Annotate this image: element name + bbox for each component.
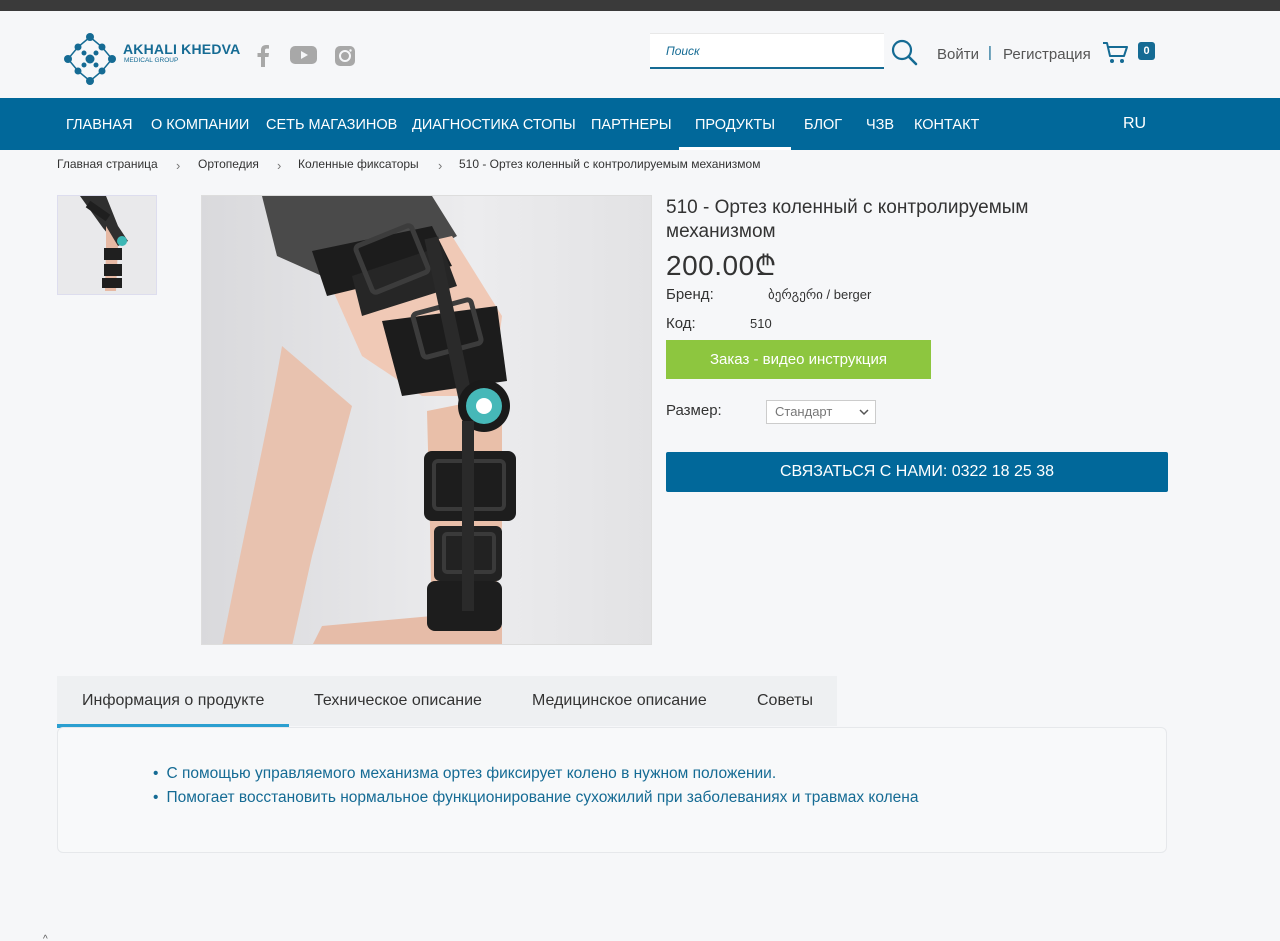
facebook-icon[interactable] [256, 45, 270, 67]
logo-subtitle: MEDICAL GROUP [124, 57, 179, 64]
logo-title: AKHALI KHEDVA [123, 41, 241, 57]
size-label: Размер: [666, 402, 722, 419]
nav-item-stores[interactable]: СЕТЬ МАГАЗИНОВ [266, 98, 397, 150]
size-select[interactable]: Стандарт [766, 400, 876, 424]
register-link[interactable]: Регистрация [1003, 46, 1091, 63]
product-info-panel: С помощью управляемого механизма ортез ф… [57, 727, 1167, 853]
youtube-icon[interactable] [290, 45, 317, 65]
top-strip [0, 0, 1280, 11]
contact-us-button[interactable]: СВЯЗАТЬСЯ С НАМИ: 0322 18 25 38 [666, 452, 1168, 492]
info-list: С помощью управляемого механизма ортез ф… [153, 762, 918, 810]
cart-count-badge[interactable]: 0 [1138, 42, 1155, 60]
breadcrumb-knee-braces[interactable]: Коленные фиксаторы [298, 157, 419, 171]
chevron-right-icon: › [277, 158, 282, 173]
product-thumbnail[interactable] [57, 195, 157, 295]
chevron-down-icon [859, 409, 869, 416]
brand-label: Бренд: [666, 286, 714, 303]
nav-item-foot-diagnostics[interactable]: ДИАГНОСТИКА СТОПЫ [412, 98, 576, 150]
site-header: AKHALI KHEDVA MEDICAL GROUP Войти | Реги… [0, 11, 1280, 98]
nav-item-products[interactable]: ПРОДУКТЫ [678, 98, 792, 150]
tab-technical-description[interactable]: Техническое описание [314, 676, 482, 726]
chevron-right-icon: › [176, 158, 181, 173]
tab-tips[interactable]: Советы [757, 676, 813, 726]
product-title: 510 - Ортез коленный с контролируемым ме… [666, 197, 1029, 242]
logo[interactable]: AKHALI KHEDVA MEDICAL GROUP [62, 31, 240, 85]
logo-mark-icon [64, 33, 116, 85]
product-tabs: Информация о продукте Техническое описан… [56, 676, 837, 728]
nav-item-about[interactable]: О КОМПАНИИ [151, 98, 249, 150]
search-box [650, 33, 884, 69]
login-link[interactable]: Войти [937, 46, 979, 63]
breadcrumb-home[interactable]: Главная страница [57, 157, 158, 171]
nav-item-faq[interactable]: ЧЗВ [866, 98, 894, 150]
nav-item-partners[interactable]: ПАРТНЕРЫ [591, 98, 672, 150]
knee-brace-thumbnail-image [58, 196, 156, 294]
product-main-image[interactable] [201, 195, 652, 645]
breadcrumb-current: 510 - Ортез коленный с контролируемым ме… [459, 157, 761, 171]
tab-medical-description[interactable]: Медицинское описание [532, 676, 707, 726]
main-nav: ГЛАВНАЯ О КОМПАНИИ СЕТЬ МАГАЗИНОВ ДИАГНО… [0, 98, 1280, 150]
list-item: Помогает восстановить нормальное функцио… [153, 786, 918, 810]
language-switcher[interactable]: RU [1123, 98, 1146, 150]
nav-item-blog[interactable]: БЛОГ [804, 98, 842, 150]
header-separator: | [988, 44, 992, 61]
nav-item-home[interactable]: ГЛАВНАЯ [66, 98, 133, 150]
order-video-instruction-button[interactable]: Заказ - видео инструкция [666, 340, 931, 379]
scroll-top-marker[interactable]: ^ [43, 934, 48, 941]
search-input[interactable] [650, 34, 884, 67]
tab-product-info[interactable]: Информация о продукте [56, 676, 290, 728]
brand-value[interactable]: ბერგერი / berger [768, 287, 871, 303]
cart-icon[interactable] [1102, 41, 1130, 65]
size-select-value: Стандарт [775, 404, 833, 419]
breadcrumb-orthopedics[interactable]: Ортопедия [198, 157, 259, 171]
knee-brace-photo [202, 196, 651, 644]
chevron-right-icon: › [438, 158, 443, 173]
nav-item-contact[interactable]: КОНТАКТ [914, 98, 979, 150]
list-item: С помощью управляемого механизма ортез ф… [153, 762, 918, 786]
instagram-icon[interactable] [334, 45, 356, 67]
search-icon[interactable] [890, 38, 918, 66]
code-value: 510 [750, 316, 772, 331]
code-label: Код: [666, 315, 696, 332]
product-price: 200.00₾ [666, 250, 777, 281]
